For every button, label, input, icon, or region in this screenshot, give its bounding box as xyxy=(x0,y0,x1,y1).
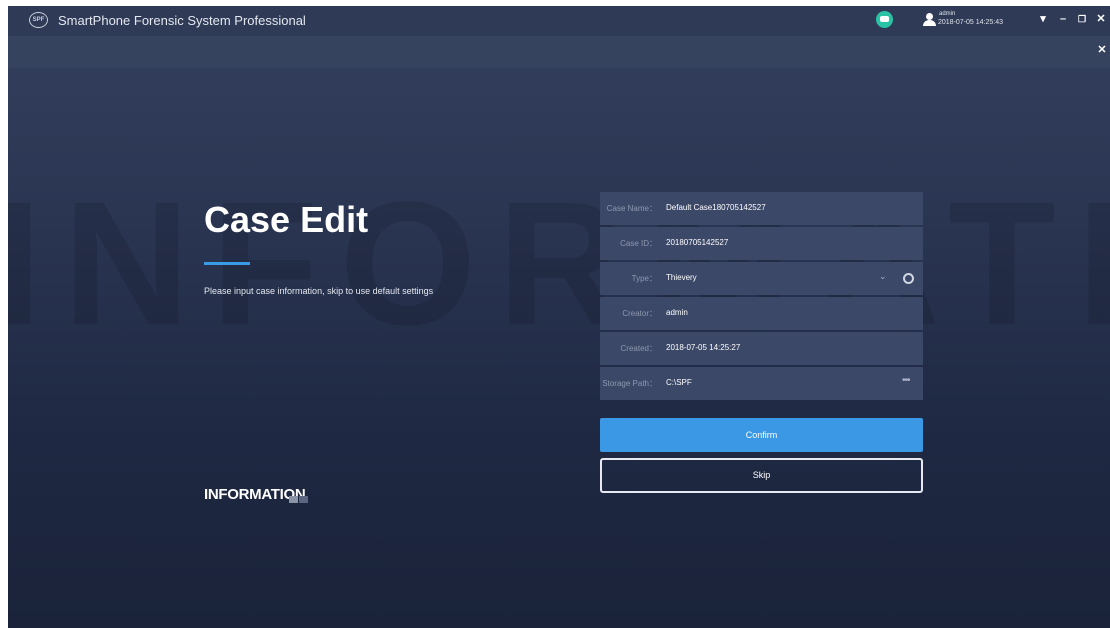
restore-icon[interactable]: ❐ xyxy=(1075,12,1089,26)
case-id-field[interactable]: Case ID： 20180705142527 xyxy=(600,227,923,260)
storage-path-field[interactable]: Storage Path： C:\SPF ••• xyxy=(600,367,923,400)
creator-field[interactable]: Creator： admin xyxy=(600,297,923,330)
user-login-time: 2018-07-05 14:25:43 xyxy=(938,19,1003,26)
created-label: Created： xyxy=(620,344,657,353)
user-icon[interactable] xyxy=(923,13,936,26)
more-icon[interactable]: ••• xyxy=(902,375,910,386)
gear-icon[interactable] xyxy=(903,273,914,284)
page-description: Please input case information, skip to u… xyxy=(204,286,434,296)
type-select[interactable]: Type： Thievery ⌄ xyxy=(600,262,923,295)
skip-button[interactable]: Skip xyxy=(600,458,923,493)
case-name-label: Case Name： xyxy=(606,204,657,213)
creator-label: Creator： xyxy=(622,309,657,318)
created-value[interactable]: 2018-07-05 14:25:27 xyxy=(666,343,740,352)
type-label: Type： xyxy=(631,274,657,283)
case-id-label: Case ID： xyxy=(620,239,657,248)
title-underline xyxy=(204,262,250,265)
information-squares-icon xyxy=(289,490,309,508)
storage-path-label: Storage Path： xyxy=(602,379,657,388)
spf-logo-icon: SPF xyxy=(29,12,48,28)
title-bar: SPF SmartPhone Forensic System Professio… xyxy=(8,6,1110,36)
chevron-down-icon[interactable]: ⌄ xyxy=(879,271,891,283)
minimize-icon[interactable]: – xyxy=(1056,12,1070,26)
user-name: admin xyxy=(939,11,956,17)
toolbar-strip xyxy=(8,36,1110,68)
case-name-value[interactable]: Default Case180705142527 xyxy=(666,203,766,212)
storage-path-value[interactable]: C:\SPF xyxy=(666,378,692,387)
app-window: SPF SmartPhone Forensic System Professio… xyxy=(8,6,1110,628)
case-id-value[interactable]: 20180705142527 xyxy=(666,238,728,247)
creator-value[interactable]: admin xyxy=(666,308,688,317)
type-value[interactable]: Thievery xyxy=(666,273,697,282)
panel-close-icon[interactable]: ✕ xyxy=(1096,44,1108,56)
background-watermark: INFORMATION xyxy=(8,166,1110,362)
created-field[interactable]: Created： 2018-07-05 14:25:27 xyxy=(600,332,923,365)
page-title: Case Edit xyxy=(204,199,369,240)
chat-icon[interactable] xyxy=(876,11,893,28)
app-title: SmartPhone Forensic System Professional xyxy=(58,13,306,28)
confirm-button[interactable]: Confirm xyxy=(600,418,923,452)
case-name-field[interactable]: Case Name： Default Case180705142527 xyxy=(600,192,923,225)
close-icon[interactable]: ✕ xyxy=(1094,12,1108,26)
case-form: Case Name： Default Case180705142527 Case… xyxy=(600,192,923,402)
menu-dropdown-icon[interactable]: ▾ xyxy=(1036,12,1050,26)
